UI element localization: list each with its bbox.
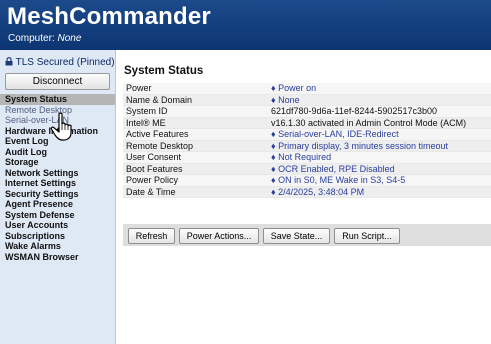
status-table: Power ♦ Power on Name & Domain ♦ None System… <box>123 83 491 198</box>
status-row-link[interactable]: ♦ None <box>268 94 491 106</box>
status-row: Boot Features ♦ OCR Enabled, RPE Disabled <box>123 163 491 175</box>
status-row: Power Policy ♦ ON in S0, ME Wake in S3, S… <box>123 174 491 187</box>
run-script-button[interactable]: Run Script... <box>334 228 400 244</box>
status-row: Date & Time ♦ 2/4/2025, 3:48:04 PM <box>123 186 491 198</box>
computer-line: Computer: None <box>8 33 81 44</box>
computer-label: Computer: <box>8 33 55 44</box>
status-row-label: Active Features <box>123 128 268 141</box>
status-row-link[interactable]: ♦ Serial-over-LAN, IDE-Redirect <box>268 128 491 141</box>
sidebar-item-system-status[interactable]: System Status <box>0 94 115 105</box>
status-row-value: 621df780-9d6a-11ef-8244-5902517c3b00 <box>268 105 491 118</box>
power-actions-button[interactable]: Power Actions... <box>179 228 259 244</box>
status-row-label: Date & Time <box>123 186 268 198</box>
sidebar-item-wake-alarms[interactable]: Wake Alarms <box>0 241 115 252</box>
sidebar-item-agent-presence[interactable]: Agent Presence <box>0 199 115 210</box>
status-row-label: System ID <box>123 105 268 118</box>
tls-status: TLS Secured (Pinned) <box>5 57 115 68</box>
status-row-label: Name & Domain <box>123 94 268 106</box>
status-row-label: Intel® ME <box>123 117 268 129</box>
status-row: Name & Domain ♦ None <box>123 94 491 106</box>
status-row: Intel® ME v16.1.30 activated in Admin Con… <box>123 117 491 129</box>
app-header: MeshCommander Computer: None <box>0 0 491 50</box>
status-row-label: Power <box>123 83 268 95</box>
status-row-link[interactable]: ♦ ON in S0, ME Wake in S3, S4-5 <box>268 174 491 187</box>
sidebar-item-user-accounts[interactable]: User Accounts <box>0 220 115 231</box>
status-row: Remote Desktop ♦ Primary display, 3 minut… <box>123 140 491 152</box>
computer-value: None <box>57 33 82 44</box>
status-row-value: v16.1.30 activated in Admin Control Mode… <box>268 117 491 129</box>
sidebar-item-internet-settings[interactable]: Internet Settings <box>0 178 115 189</box>
status-row-link[interactable]: ♦ 2/4/2025, 3:48:04 PM <box>268 186 491 198</box>
sidebar-item-subscriptions[interactable]: Subscriptions <box>0 231 115 242</box>
refresh-button[interactable]: Refresh <box>128 228 175 244</box>
save-state-button[interactable]: Save State... <box>263 228 330 244</box>
disconnect-button[interactable]: Disconnect <box>5 73 110 90</box>
status-row-label: Boot Features <box>123 163 268 175</box>
status-row-link[interactable]: ♦ Power on <box>268 83 491 95</box>
status-row-link[interactable]: ♦ Primary display, 3 minutes session tim… <box>268 140 491 152</box>
lock-icon <box>5 57 13 66</box>
page-title: System Status <box>124 65 204 77</box>
hand-pointer-cursor <box>50 112 72 141</box>
sidebar-item-system-defense[interactable]: System Defense <box>0 210 115 221</box>
action-bar: Refresh Power Actions... Save State... R… <box>123 224 491 246</box>
app-title: MeshCommander <box>7 3 211 30</box>
status-row: System ID 621df780-9d6a-11ef-8244-5902517… <box>123 105 491 118</box>
status-row: Power ♦ Power on <box>123 83 491 95</box>
status-row: Active Features ♦ Serial-over-LAN, IDE-Re… <box>123 128 491 141</box>
sidebar-item-audit-log[interactable]: Audit Log <box>0 147 115 158</box>
status-row-link[interactable]: ♦ OCR Enabled, RPE Disabled <box>268 163 491 175</box>
sidebar-item-security-settings[interactable]: Security Settings <box>0 189 115 200</box>
sidebar-item-storage[interactable]: Storage <box>0 157 115 168</box>
tls-status-text: TLS Secured (Pinned) <box>15 57 115 68</box>
status-row-label: User Consent <box>123 151 268 164</box>
status-row: User Consent ♦ Not Required <box>123 151 491 164</box>
sidebar: TLS Secured (Pinned) Disconnect System S… <box>0 50 116 344</box>
status-row-link[interactable]: ♦ Not Required <box>268 151 491 164</box>
main-content: System Status Power ♦ Power on Name & Doma… <box>115 50 491 344</box>
sidebar-item-network-settings[interactable]: Network Settings <box>0 168 115 179</box>
status-row-label: Power Policy <box>123 174 268 187</box>
status-row-label: Remote Desktop <box>123 140 268 152</box>
sidebar-item-wsman-browser[interactable]: WSMAN Browser <box>0 252 115 263</box>
